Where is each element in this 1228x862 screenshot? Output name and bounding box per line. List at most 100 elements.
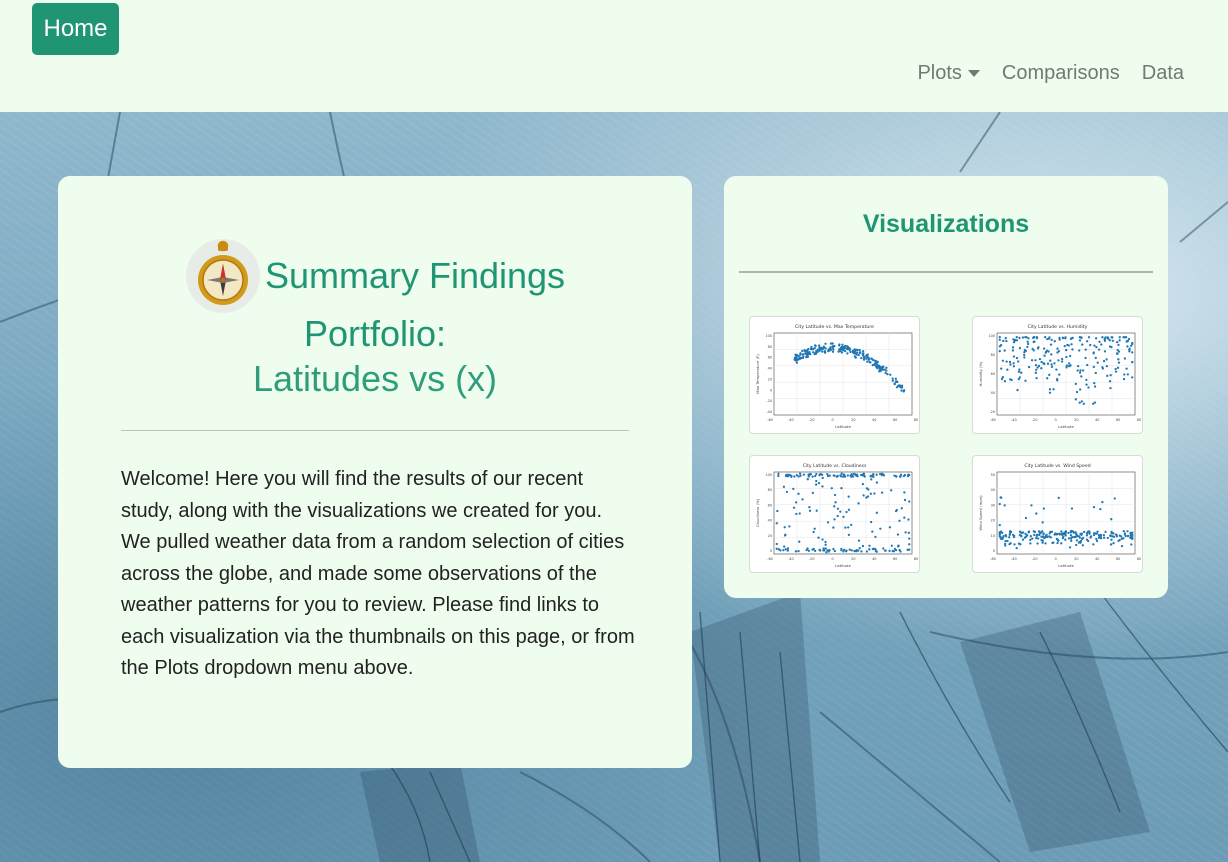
x-tick-label: 40 xyxy=(872,557,876,561)
data-point xyxy=(826,474,830,478)
data-point xyxy=(845,510,848,514)
data-point xyxy=(1048,391,1052,394)
data-point xyxy=(1005,360,1008,363)
data-point xyxy=(1001,536,1005,539)
data-point xyxy=(1098,536,1101,539)
data-point xyxy=(1042,532,1045,535)
data-point xyxy=(1008,533,1011,536)
data-point xyxy=(895,380,898,384)
data-point xyxy=(1118,339,1121,342)
data-point xyxy=(818,344,821,347)
data-point xyxy=(1057,359,1060,362)
data-point xyxy=(851,351,855,354)
data-point xyxy=(836,514,839,518)
data-point xyxy=(874,548,877,551)
nav-plots-label: Plots xyxy=(917,62,962,84)
data-point xyxy=(853,472,856,476)
nav-plots-dropdown[interactable]: Plots xyxy=(917,62,980,85)
data-point xyxy=(1109,534,1112,537)
data-point xyxy=(1057,539,1060,542)
data-point xyxy=(1103,339,1107,343)
data-point xyxy=(1041,539,1045,542)
data-point xyxy=(854,352,857,355)
data-point xyxy=(826,549,829,552)
x-tick-label: -40 xyxy=(788,557,794,561)
data-point xyxy=(857,539,861,542)
data-point xyxy=(1021,538,1025,541)
data-point xyxy=(810,345,813,349)
nav-data[interactable]: Data xyxy=(1142,62,1184,85)
data-point xyxy=(1024,516,1028,520)
thumbnail-wind-speed[interactable]: City Latitude vs. Wind Speed -60 -40 -20 0 20… xyxy=(972,455,1143,573)
data-point xyxy=(881,365,885,368)
y-tick-label: 20 xyxy=(768,377,772,381)
data-point xyxy=(1080,400,1083,403)
data-point xyxy=(1027,365,1031,369)
data-point xyxy=(1035,368,1038,371)
data-point xyxy=(799,353,802,356)
y-tick-label: 20 xyxy=(991,519,995,523)
data-point xyxy=(1032,340,1035,344)
data-point xyxy=(858,348,861,352)
data-point xyxy=(1122,537,1125,540)
data-point xyxy=(1126,345,1129,348)
y-tick-label: 80 xyxy=(768,488,772,492)
thumbnail-humidity[interactable]: City Latitude vs. Humidity -60 -40 -20 0 20 40… xyxy=(972,316,1143,434)
data-point xyxy=(1064,336,1067,339)
y-tick-label: 40 xyxy=(991,391,995,395)
data-point xyxy=(1093,381,1096,385)
data-point xyxy=(860,357,863,360)
data-point xyxy=(815,472,818,476)
data-point xyxy=(906,548,909,552)
data-point xyxy=(1116,366,1120,369)
data-point xyxy=(1002,339,1005,343)
data-point xyxy=(1018,368,1021,371)
data-point xyxy=(856,348,859,352)
data-point xyxy=(1052,388,1055,391)
data-point xyxy=(797,475,800,478)
data-point xyxy=(798,472,802,475)
data-point xyxy=(904,531,907,534)
data-point xyxy=(883,368,886,371)
data-point xyxy=(1117,343,1120,347)
data-point xyxy=(818,548,821,552)
data-point xyxy=(846,352,849,355)
nav-comparisons[interactable]: Comparisons xyxy=(1002,62,1120,85)
data-point xyxy=(1045,349,1049,352)
data-point xyxy=(1030,359,1034,362)
data-point xyxy=(1110,538,1113,541)
data-point xyxy=(889,373,892,376)
data-point xyxy=(1065,348,1068,352)
data-point xyxy=(1016,388,1019,392)
home-button[interactable]: Home xyxy=(32,3,119,55)
data-point xyxy=(1105,365,1108,368)
data-point xyxy=(1057,496,1060,500)
thumbnail-plot: City Latitude vs. Wind Speed -60 -40 -20 0 20… xyxy=(978,463,1141,568)
y-axis-label: Humidity (%) xyxy=(978,361,983,387)
data-point xyxy=(1067,364,1071,368)
data-point xyxy=(1013,534,1016,538)
data-point xyxy=(851,475,855,478)
data-point xyxy=(1000,496,1003,499)
data-point xyxy=(1065,366,1068,369)
data-point xyxy=(775,522,778,525)
data-point xyxy=(1085,383,1088,386)
x-tick-label: 20 xyxy=(851,557,855,561)
data-point xyxy=(1104,337,1107,340)
data-point xyxy=(817,536,820,539)
data-point xyxy=(805,349,809,352)
data-point xyxy=(850,549,853,552)
data-point xyxy=(1041,521,1044,524)
y-tick-label: 60 xyxy=(768,356,772,360)
thumbnail-cloudiness[interactable]: City Latitude vs. Cloudiness -60 -40 -20 0 20… xyxy=(749,455,920,573)
thumbnail-temperature[interactable]: City Latitude vs. Max Temperature -60 -40 -… xyxy=(749,316,920,434)
data-point xyxy=(1074,535,1077,539)
data-point xyxy=(865,487,869,490)
data-point xyxy=(867,358,871,361)
data-point xyxy=(1085,534,1089,537)
data-point xyxy=(998,502,1001,506)
data-point xyxy=(1055,368,1058,371)
data-point xyxy=(1109,387,1112,390)
data-point xyxy=(1036,347,1040,350)
data-point xyxy=(1111,336,1114,339)
